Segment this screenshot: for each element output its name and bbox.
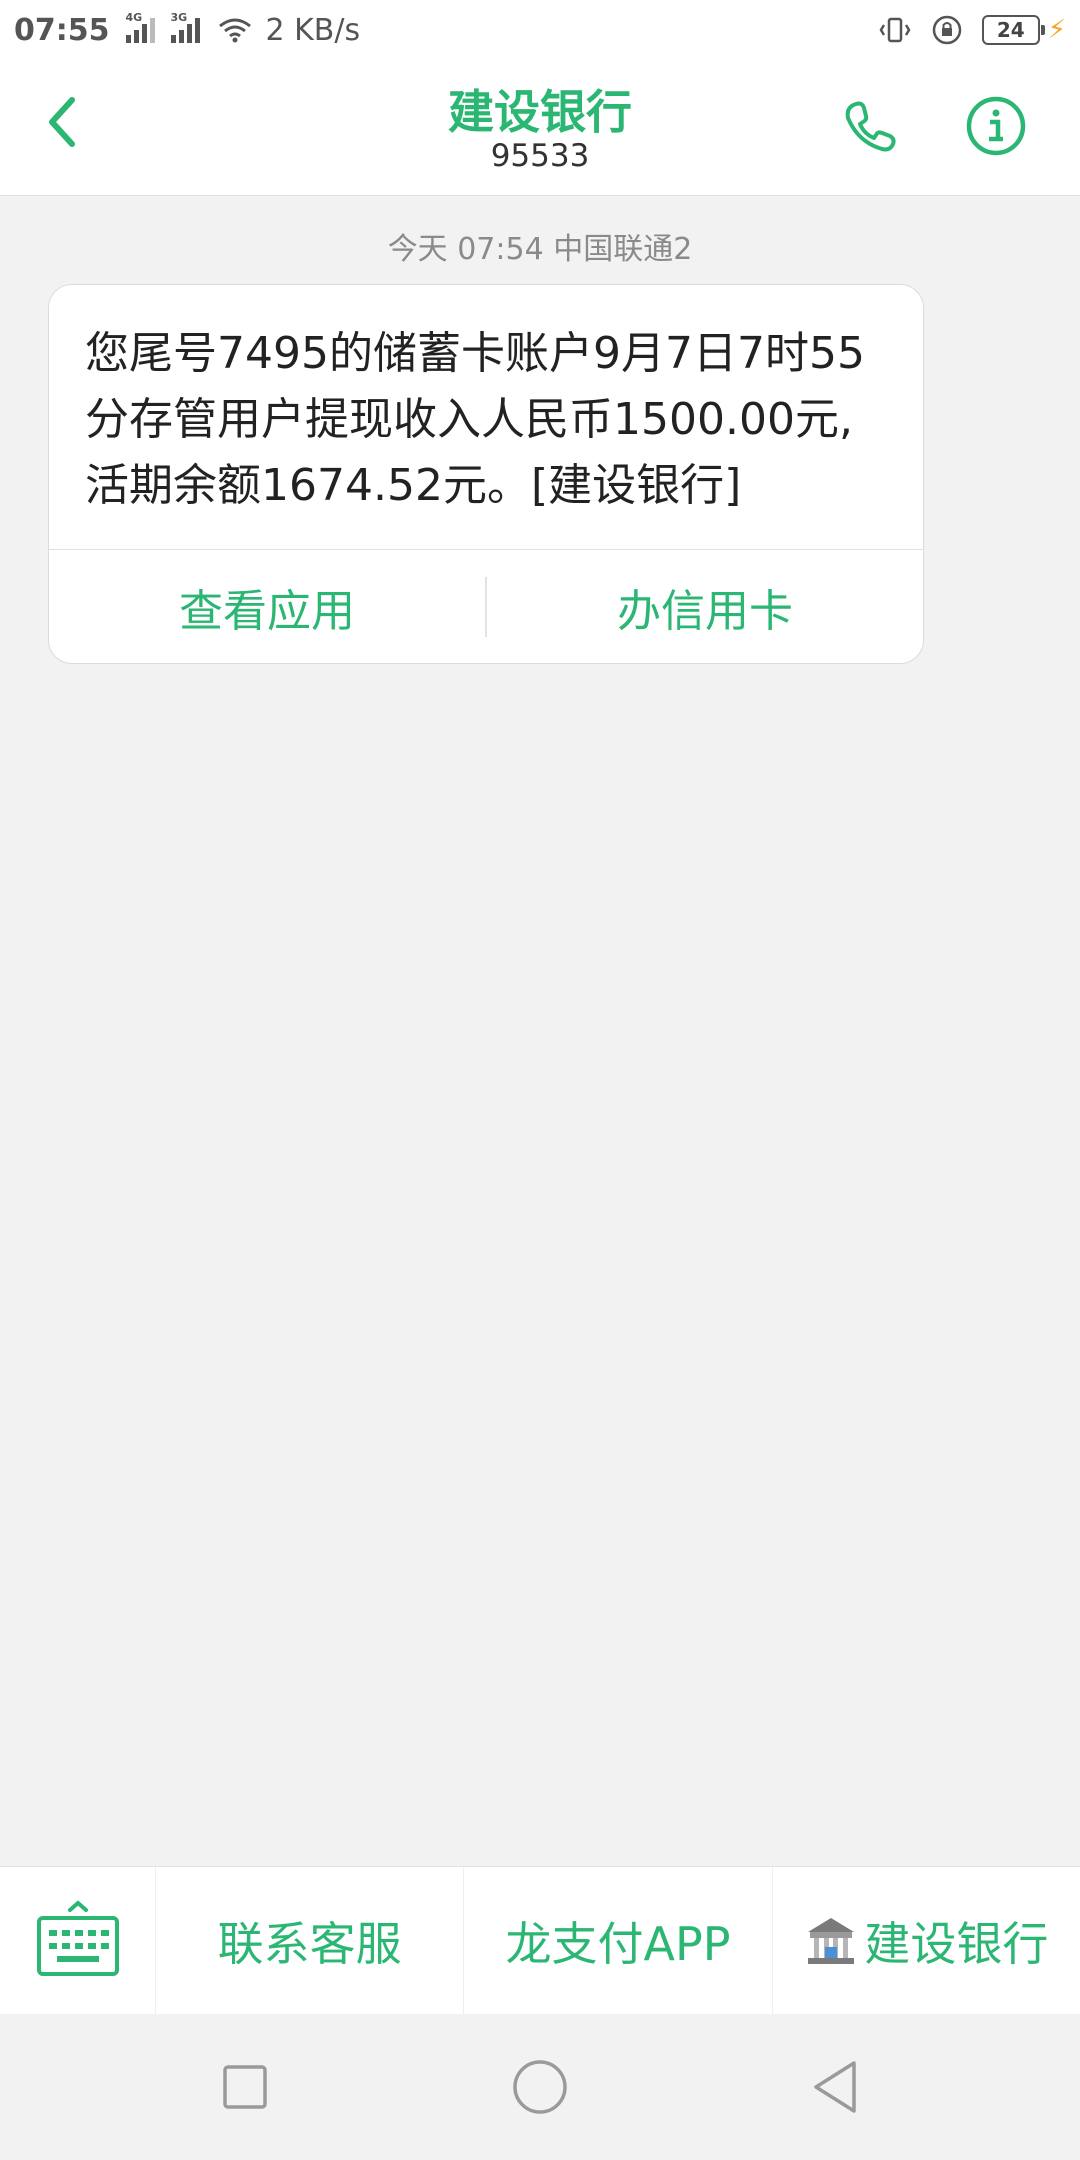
signal-4g-icon: 4G [125,11,155,43]
message-actions: 查看应用 办信用卡 [49,549,923,663]
longpay-app-button[interactable]: 龙支付APP [464,1867,773,2014]
keyboard-toggle-button[interactable] [0,1867,156,2015]
back-icon [814,2061,856,2113]
message-text: 您尾号7495的储蓄卡账户9月7日7时55分存管用户提现收入人民币1500.00… [85,328,865,511]
nav-back-button[interactable] [800,2052,870,2122]
call-button[interactable] [838,94,902,158]
view-app-button[interactable]: 查看应用 [49,575,485,639]
network-speed: 2 KB/s [265,12,361,48]
conversation-header: 建设银行 95533 [0,60,1080,196]
recents-button[interactable] [210,2052,280,2122]
bank-icon [808,1917,855,1964]
system-nav-bar [0,2014,1080,2160]
wifi-icon [218,18,251,43]
contact-service-button[interactable]: 联系客服 [156,1867,465,2014]
ccb-menu-button[interactable]: 建设银行 [773,1867,1080,2014]
signal-3g-icon: 3G [170,11,200,43]
status-bar: 07:55 4G 3G 2 KB/s 24 ⚡ [0,0,1080,60]
home-icon [513,2060,567,2114]
contact-number: 95533 [490,138,590,174]
keyboard-icon [36,1900,119,1976]
battery-icon: 24 [981,15,1045,45]
status-time: 07:55 [14,12,110,48]
rotation-lock-icon [932,15,961,45]
phone-icon [845,101,896,152]
home-button[interactable] [505,2052,575,2122]
info-button[interactable] [964,94,1028,158]
contact-name: 建设银行 [448,85,632,139]
charging-icon: ⚡ [1047,15,1066,45]
apply-credit-card-button[interactable]: 办信用卡 [487,575,923,639]
service-menu: 联系客服 龙支付APP 建设银行 [0,1866,1080,2015]
info-icon [966,96,1026,156]
message-timestamp: 今天 07:54 中国联通2 [387,232,693,267]
recents-icon [223,2065,267,2109]
vibrate-icon [879,17,911,43]
message-bubble[interactable]: 您尾号7495的储蓄卡账户9月7日7时55分存管用户提现收入人民币1500.00… [48,284,924,664]
